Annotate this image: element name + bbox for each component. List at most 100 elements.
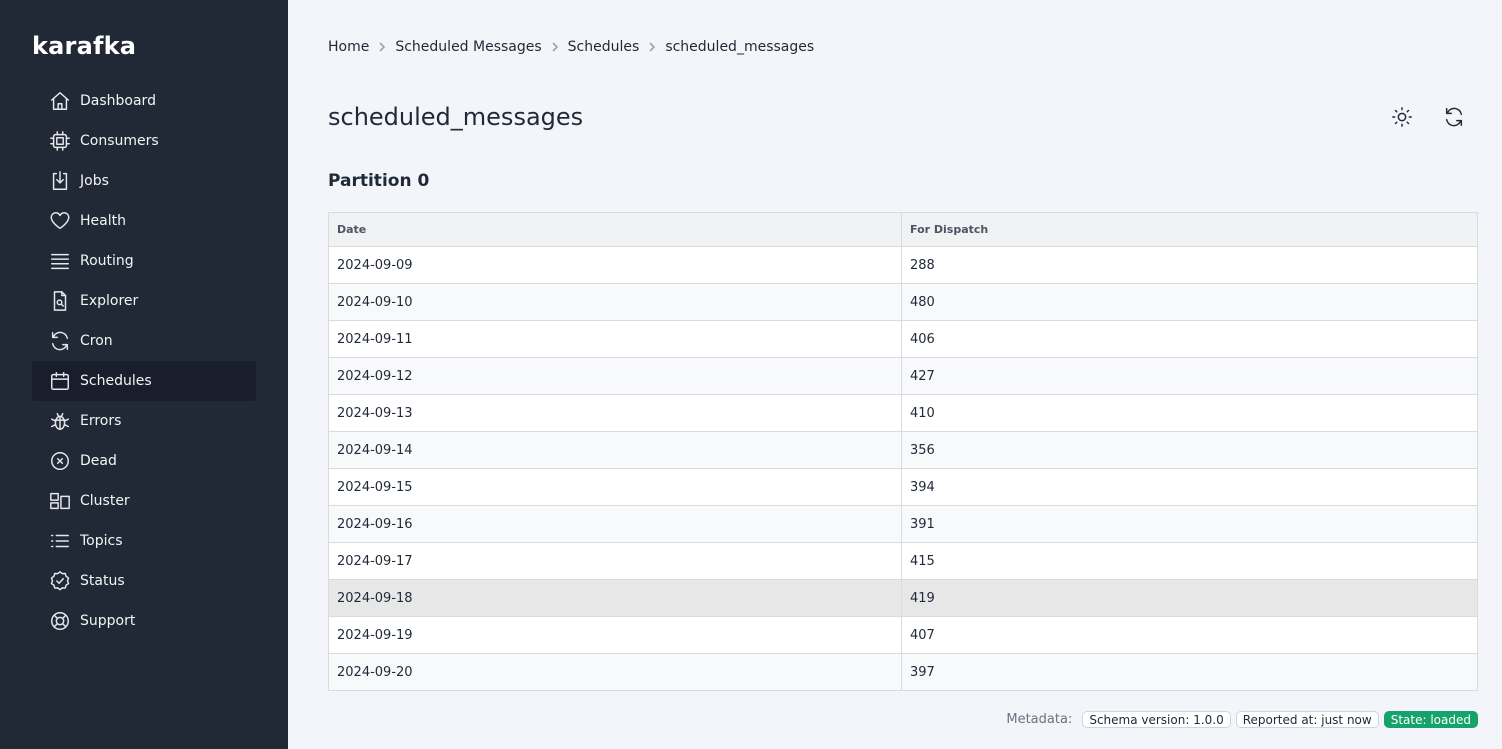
- sidebar-item-support[interactable]: Support: [32, 601, 256, 641]
- file-search-icon: [49, 290, 71, 312]
- sidebar-item-schedules[interactable]: Schedules: [32, 361, 256, 401]
- sidebar-item-label: Routing: [80, 253, 134, 269]
- cell-date: 2024-09-12: [328, 357, 902, 395]
- cell-for-dispatch: 419: [901, 579, 1478, 617]
- sidebar-item-label: Schedules: [80, 373, 152, 389]
- page-title: scheduled_messages: [328, 103, 584, 131]
- sidebar-item-label: Topics: [80, 533, 123, 549]
- sidebar-item-routing[interactable]: Routing: [32, 241, 256, 281]
- sidebar-item-label: Dashboard: [80, 93, 156, 109]
- sidebar-item-label: Consumers: [80, 133, 159, 149]
- sidebar-item-label: Status: [80, 573, 125, 589]
- breadcrumb-current[interactable]: scheduled_messages: [665, 39, 814, 55]
- cell-for-dispatch: 394: [901, 468, 1478, 506]
- sidebar-item-health[interactable]: Health: [32, 201, 256, 241]
- table-row[interactable]: 2024-09-15 394: [328, 468, 1478, 506]
- metadata-label: Metadata:: [1006, 712, 1073, 727]
- list-icon: [49, 530, 71, 552]
- table-row[interactable]: 2024-09-10 480: [328, 283, 1478, 321]
- breadcrumb-home[interactable]: Home: [328, 39, 369, 55]
- section-title: Partition 0: [328, 171, 430, 191]
- table-row[interactable]: 2024-09-16 391: [328, 505, 1478, 543]
- breadcrumb-scheduled-messages[interactable]: Scheduled Messages: [395, 39, 541, 55]
- home-icon: [49, 90, 71, 112]
- sidebar-nav: Dashboard Consumers Jobs Health Routing …: [32, 81, 256, 641]
- sidebar-item-cluster[interactable]: Cluster: [32, 481, 256, 521]
- cell-for-dispatch: 480: [901, 283, 1478, 321]
- main-content: Home Scheduled Messages Schedules schedu…: [288, 0, 1502, 749]
- sidebar-item-jobs[interactable]: Jobs: [32, 161, 256, 201]
- x-circle-icon: [49, 450, 71, 472]
- sidebar-item-cron[interactable]: Cron: [32, 321, 256, 361]
- breadcrumb-schedules[interactable]: Schedules: [568, 39, 640, 55]
- sidebar-item-label: Errors: [80, 413, 122, 429]
- cell-date: 2024-09-14: [328, 431, 902, 469]
- table-row[interactable]: 2024-09-18 419: [328, 579, 1478, 617]
- cell-date: 2024-09-11: [328, 320, 902, 358]
- chevron-right-icon: [369, 42, 395, 52]
- theme-toggle-button[interactable]: [1390, 105, 1414, 129]
- sidebar-item-dashboard[interactable]: Dashboard: [32, 81, 256, 121]
- table-header-row: Date For Dispatch: [328, 212, 1478, 247]
- chevron-right-icon: [639, 42, 665, 52]
- state-badge: State: loaded: [1383, 711, 1478, 728]
- table-row[interactable]: 2024-09-14 356: [328, 431, 1478, 469]
- cell-date: 2024-09-20: [328, 653, 902, 691]
- stack-icon: [49, 250, 71, 272]
- lifebuoy-icon: [49, 610, 71, 632]
- cell-date: 2024-09-18: [328, 579, 902, 617]
- cell-date: 2024-09-17: [328, 542, 902, 580]
- sidebar-item-label: Jobs: [80, 173, 109, 189]
- cell-for-dispatch: 407: [901, 616, 1478, 654]
- table-row[interactable]: 2024-09-12 427: [328, 357, 1478, 395]
- cell-date: 2024-09-16: [328, 505, 902, 543]
- table-row[interactable]: 2024-09-20 397: [328, 653, 1478, 691]
- cell-date: 2024-09-15: [328, 468, 902, 506]
- cell-date: 2024-09-13: [328, 394, 902, 432]
- sidebar-item-status[interactable]: Status: [32, 561, 256, 601]
- cell-date: 2024-09-09: [328, 246, 902, 284]
- reported-at-badge: Reported at: just now: [1235, 711, 1379, 728]
- cell-for-dispatch: 391: [901, 505, 1478, 543]
- sidebar-item-label: Dead: [80, 453, 117, 469]
- sidebar-item-consumers[interactable]: Consumers: [32, 121, 256, 161]
- sidebar-item-label: Cron: [80, 333, 113, 349]
- check-badge-icon: [49, 570, 71, 592]
- table-row[interactable]: 2024-09-17 415: [328, 542, 1478, 580]
- cell-for-dispatch: 415: [901, 542, 1478, 580]
- sidebar-item-dead[interactable]: Dead: [32, 441, 256, 481]
- column-header-for-dispatch: For Dispatch: [901, 212, 1478, 247]
- cpu-icon: [49, 130, 71, 152]
- table-row[interactable]: 2024-09-11 406: [328, 320, 1478, 358]
- breadcrumb: Home Scheduled Messages Schedules schedu…: [328, 39, 814, 55]
- cell-for-dispatch: 288: [901, 246, 1478, 284]
- sidebar-item-label: Health: [80, 213, 126, 229]
- bug-icon: [49, 410, 71, 432]
- cell-for-dispatch: 427: [901, 357, 1478, 395]
- schema-version-badge: Schema version: 1.0.0: [1082, 711, 1231, 728]
- download-doc-icon: [49, 170, 71, 192]
- sidebar-item-label: Support: [80, 613, 136, 629]
- cell-for-dispatch: 406: [901, 320, 1478, 358]
- column-header-date: Date: [328, 212, 902, 247]
- table-row[interactable]: 2024-09-09 288: [328, 246, 1478, 284]
- refresh-icon: [1445, 107, 1463, 127]
- sidebar: karafka Dashboard Consumers Jobs Health …: [0, 0, 288, 749]
- table-row[interactable]: 2024-09-19 407: [328, 616, 1478, 654]
- sidebar-item-label: Cluster: [80, 493, 130, 509]
- sidebar-item-errors[interactable]: Errors: [32, 401, 256, 441]
- sun-icon: [1392, 107, 1412, 127]
- cell-for-dispatch: 397: [901, 653, 1478, 691]
- schedules-table: Date For Dispatch 2024-09-09 288 2024-09-…: [328, 212, 1478, 691]
- chevron-right-icon: [542, 42, 568, 52]
- cluster-icon: [49, 490, 71, 512]
- table-row[interactable]: 2024-09-13 410: [328, 394, 1478, 432]
- sidebar-item-topics[interactable]: Topics: [32, 521, 256, 561]
- cell-for-dispatch: 410: [901, 394, 1478, 432]
- cell-date: 2024-09-19: [328, 616, 902, 654]
- logo[interactable]: karafka: [32, 32, 136, 60]
- sidebar-item-explorer[interactable]: Explorer: [32, 281, 256, 321]
- metadata-footer: Metadata: Schema version: 1.0.0 Reported…: [1006, 711, 1478, 728]
- heart-icon: [49, 210, 71, 232]
- refresh-button[interactable]: [1442, 105, 1466, 129]
